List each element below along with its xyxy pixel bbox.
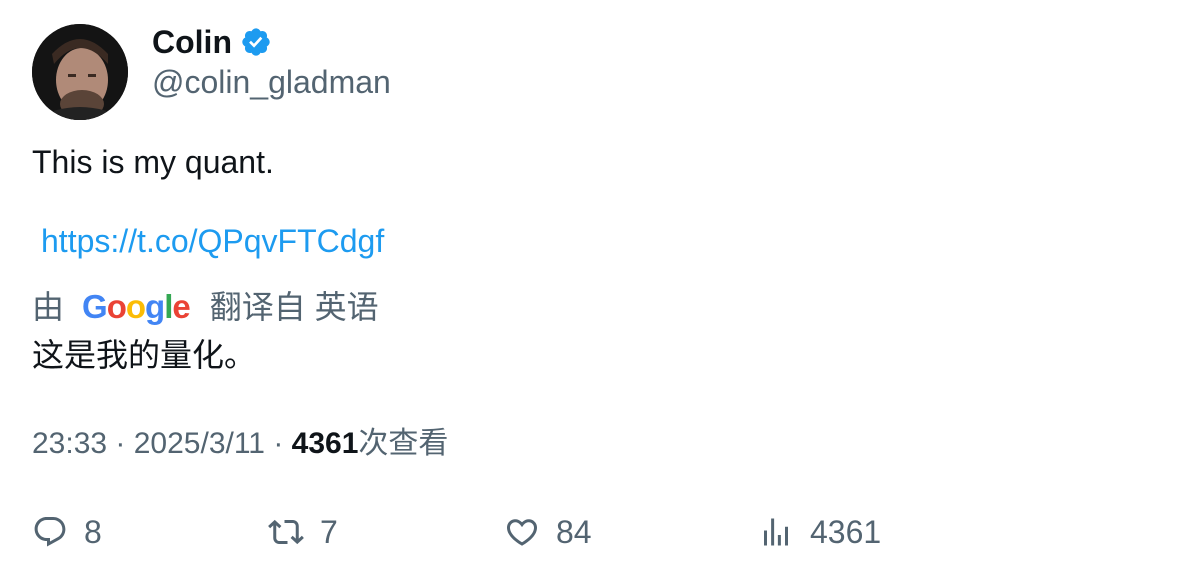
retweet-icon (268, 519, 304, 545)
google-logo-letter: o (106, 288, 127, 325)
reply-button[interactable]: 8 (32, 510, 102, 554)
google-logo-letter: o (125, 288, 146, 325)
author-handle[interactable]: @colin_gladman (152, 62, 391, 102)
tweet-meta: 23:33 · 2025/3/11 · 4361次查看 (32, 424, 448, 464)
translated-from-label[interactable]: 翻译自 英语 (210, 287, 379, 327)
google-logo-letter: G (82, 288, 108, 325)
avatar[interactable] (32, 24, 128, 120)
retweet-count: 7 (320, 514, 338, 550)
views-label: 次查看 (358, 427, 449, 460)
author-name[interactable]: Colin (152, 22, 232, 62)
tweet-text: This is my quant. (32, 144, 274, 180)
author-name-row[interactable]: Colin (152, 22, 272, 62)
reply-count: 8 (84, 514, 102, 550)
retweet-button[interactable]: 7 (268, 510, 338, 554)
tweet-time[interactable]: 23:33 (32, 427, 107, 460)
verified-badge-icon (240, 26, 272, 58)
reply-icon (34, 517, 66, 547)
google-logo-letter: l (164, 288, 173, 325)
views-button[interactable]: 4361 (758, 510, 881, 554)
meta-separator: · (107, 427, 134, 460)
translated-text: 这是我的量化。 (32, 337, 257, 373)
translated-by-label: 由 (32, 289, 65, 325)
analytics-icon (764, 518, 788, 546)
like-button[interactable]: 84 (504, 510, 592, 554)
meta-separator: · (265, 427, 292, 460)
google-logo-letter: e (172, 288, 190, 325)
views-count: 4361 (291, 427, 359, 460)
like-count: 84 (556, 514, 592, 550)
google-logo[interactable]: Google (82, 287, 191, 327)
tweet-date[interactable]: 2025/3/11 (134, 427, 265, 460)
tweet-link[interactable]: https://t.co/QPqvFTCdgf (41, 221, 384, 261)
translation-attribution: 由 Google 翻译自 英语 (32, 287, 379, 327)
views-action-count: 4361 (810, 514, 882, 550)
avatar-image (32, 24, 128, 120)
google-logo-letter: g (145, 288, 165, 325)
heart-icon (506, 519, 538, 546)
